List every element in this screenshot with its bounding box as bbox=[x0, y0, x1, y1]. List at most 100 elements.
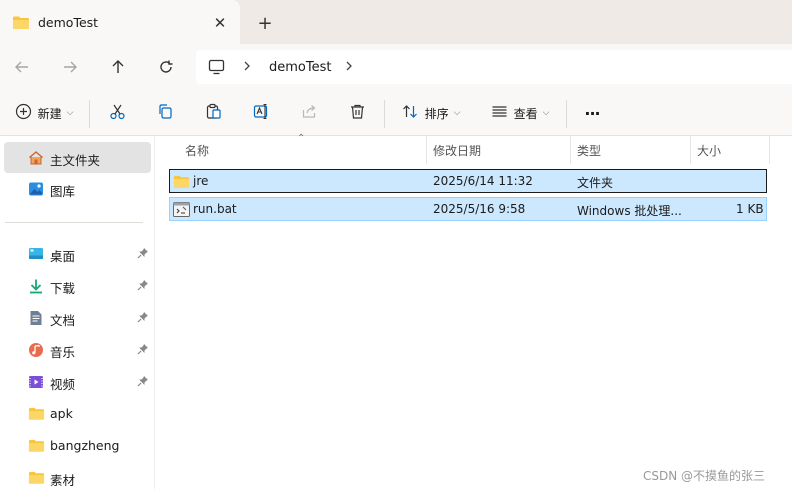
delete-button[interactable] bbox=[344, 99, 370, 127]
close-tab-icon[interactable]: ✕ bbox=[208, 12, 232, 34]
sidebar-item-apk[interactable]: apk bbox=[4, 398, 151, 429]
file-row-jre[interactable]: jre 2025/6/14 11:32 文件夹 bbox=[169, 169, 767, 193]
sidebar-item-materials[interactable]: 素材 bbox=[4, 462, 151, 489]
folder-icon bbox=[28, 438, 45, 456]
share-icon bbox=[301, 103, 318, 123]
copy-icon bbox=[157, 103, 174, 123]
forward-arrow-icon[interactable] bbox=[55, 52, 85, 82]
column-divider[interactable] bbox=[690, 136, 691, 164]
tab-demotest[interactable]: demoTest ✕ bbox=[0, 0, 240, 44]
sort-ascending-icon: ⌃ bbox=[297, 133, 306, 144]
computer-icon[interactable] bbox=[208, 59, 225, 78]
sidebar-item-documents[interactable]: 文档 bbox=[4, 302, 151, 333]
view-list-icon bbox=[491, 103, 508, 123]
sidebar-item-label: 素材 bbox=[50, 473, 76, 488]
refresh-icon[interactable] bbox=[151, 52, 181, 82]
column-header-size[interactable]: 大小 bbox=[697, 136, 721, 164]
navigation-pane: 主文件夹 图库 桌面 下载 文档 音乐 视频 apk bangzheng 素材 bbox=[0, 136, 155, 489]
sidebar-item-gallery[interactable]: 图库 bbox=[4, 173, 151, 204]
sidebar-item-label: 主文件夹 bbox=[50, 153, 101, 168]
video-icon bbox=[28, 374, 44, 393]
more-options-icon[interactable]: ··· bbox=[578, 99, 606, 127]
file-list: ⌃ 名称 修改日期 类型 大小 jre 2025/6/14 11:32 文件夹 … bbox=[155, 133, 792, 489]
file-name[interactable]: jre bbox=[193, 174, 208, 188]
share-button[interactable] bbox=[296, 99, 322, 127]
sidebar-item-label: 文档 bbox=[50, 313, 76, 328]
back-arrow-icon[interactable] bbox=[7, 52, 37, 82]
sort-button-label: 排序 bbox=[424, 106, 449, 121]
rename-button[interactable] bbox=[248, 99, 274, 127]
column-header-name[interactable]: 名称 bbox=[185, 136, 209, 164]
chevron-down-icon: ⌵ bbox=[66, 108, 74, 118]
column-header-type[interactable]: 类型 bbox=[577, 136, 601, 164]
pin-icon[interactable] bbox=[137, 247, 149, 262]
document-icon bbox=[28, 310, 44, 329]
rename-icon bbox=[253, 103, 270, 123]
toolbar-divider bbox=[384, 100, 385, 128]
new-button[interactable]: 新建 ⌵ bbox=[10, 99, 78, 127]
column-divider[interactable] bbox=[769, 136, 770, 164]
toolbar-divider bbox=[566, 100, 567, 128]
desktop-icon bbox=[28, 246, 44, 265]
breadcrumb-demotest[interactable]: demoTest bbox=[269, 60, 331, 75]
sidebar-item-videos[interactable]: 视频 bbox=[4, 366, 151, 397]
tab-bar: demoTest ✕ + bbox=[0, 0, 792, 44]
sidebar-item-label: bangzheng bbox=[50, 438, 120, 453]
sort-button[interactable]: 排序 ⌵ bbox=[398, 99, 464, 127]
sidebar-item-home[interactable]: 主文件夹 bbox=[4, 142, 151, 173]
column-divider[interactable] bbox=[426, 136, 427, 164]
command-toolbar: 新建 ⌵ 排序 ⌵ 查看 ⌵ ··· bbox=[0, 90, 792, 136]
sidebar-item-label: 图库 bbox=[50, 184, 76, 199]
paste-button[interactable] bbox=[200, 99, 226, 127]
file-modified: 2025/5/16 9:58 bbox=[433, 202, 526, 216]
plus-circle-icon bbox=[15, 103, 32, 123]
pin-icon[interactable] bbox=[137, 279, 149, 294]
address-bar[interactable]: demoTest bbox=[196, 50, 792, 84]
home-icon bbox=[28, 150, 44, 169]
file-type: Windows 批处理... bbox=[577, 204, 682, 218]
folder-icon bbox=[28, 470, 45, 488]
gallery-icon bbox=[28, 181, 44, 200]
up-arrow-icon[interactable] bbox=[103, 52, 133, 82]
sort-icon bbox=[402, 103, 419, 123]
column-divider[interactable] bbox=[570, 136, 571, 164]
sidebar-item-label: apk bbox=[50, 406, 73, 421]
sidebar-item-music[interactable]: 音乐 bbox=[4, 334, 151, 365]
pin-icon[interactable] bbox=[137, 375, 149, 390]
tab-title: demoTest bbox=[38, 15, 99, 30]
view-button-label: 查看 bbox=[513, 106, 538, 121]
chevron-right-icon[interactable] bbox=[242, 59, 252, 77]
chevron-down-icon: ⌵ bbox=[542, 108, 550, 118]
pin-icon[interactable] bbox=[137, 343, 149, 358]
sidebar-item-bangzheng[interactable]: bangzheng bbox=[4, 430, 151, 461]
scissors-icon bbox=[109, 103, 126, 123]
file-type: 文件夹 bbox=[577, 176, 614, 190]
new-tab-icon[interactable]: + bbox=[253, 12, 277, 34]
file-size: 1 KB bbox=[736, 202, 764, 216]
file-name[interactable]: run.bat bbox=[193, 202, 237, 216]
folder-icon bbox=[173, 174, 190, 192]
pin-icon[interactable] bbox=[137, 311, 149, 326]
folder-icon bbox=[12, 15, 30, 33]
view-button[interactable]: 查看 ⌵ bbox=[487, 99, 553, 127]
bat-file-icon bbox=[173, 202, 190, 220]
column-header-modified[interactable]: 修改日期 bbox=[433, 136, 481, 164]
sidebar-item-label: 下载 bbox=[50, 281, 76, 296]
chevron-down-icon: ⌵ bbox=[453, 108, 461, 118]
file-modified: 2025/6/14 11:32 bbox=[433, 174, 533, 188]
new-button-label: 新建 bbox=[37, 106, 62, 121]
chevron-right-icon[interactable] bbox=[344, 59, 354, 77]
toolbar-divider bbox=[89, 100, 90, 128]
copy-button[interactable] bbox=[152, 99, 178, 127]
sidebar-divider bbox=[5, 222, 143, 223]
sidebar-item-label: 音乐 bbox=[50, 345, 76, 360]
sidebar-item-label: 视频 bbox=[50, 377, 76, 392]
sidebar-item-label: 桌面 bbox=[50, 249, 76, 264]
sidebar-item-desktop[interactable]: 桌面 bbox=[4, 238, 151, 269]
sidebar-item-downloads[interactable]: 下载 bbox=[4, 270, 151, 301]
trash-icon bbox=[349, 103, 366, 123]
file-row-run-bat[interactable]: run.bat 2025/5/16 9:58 Windows 批处理... 1 … bbox=[169, 197, 767, 221]
cut-button[interactable] bbox=[104, 99, 130, 127]
watermark-text: CSDN @不摸鱼的张三 bbox=[643, 469, 766, 483]
clipboard-icon bbox=[205, 103, 222, 123]
